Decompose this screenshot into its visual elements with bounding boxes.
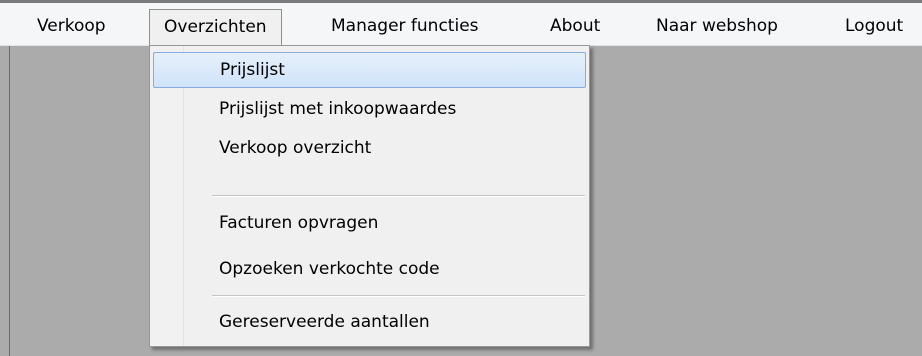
menuitem-prijslijst[interactable]: Prijslijst — [153, 52, 586, 88]
menu-about[interactable]: About — [536, 9, 614, 45]
menuitem-facturen-opvragen[interactable]: Facturen opvragen — [153, 205, 586, 241]
menu-naar-webshop[interactable]: Naar webshop — [642, 9, 792, 45]
menu-overzichten[interactable]: Overzichten — [149, 9, 282, 49]
menu-separator — [212, 295, 585, 297]
menuitem-prijslijst-met-inkoopwaardes[interactable]: Prijslijst met inkoopwaardes — [153, 91, 586, 127]
menuitem-verkoop-overzicht[interactable]: Verkoop overzicht — [153, 130, 586, 166]
menuitem-gereserveerde-aantallen[interactable]: Gereserveerde aantallen — [153, 304, 586, 340]
application-window: Verkoop Overzichten Manager functies Abo… — [0, 0, 922, 356]
menu-manager-functies[interactable]: Manager functies — [317, 9, 493, 45]
menu-bar: Verkoop Overzichten Manager functies Abo… — [0, 0, 922, 49]
menu-separator — [212, 195, 585, 197]
menu-logout[interactable]: Logout — [831, 9, 917, 45]
menuitem-opzoeken-verkochte-code[interactable]: Opzoeken verkochte code — [153, 251, 586, 287]
overzichten-dropdown-menu: Prijslijst Prijslijst met inkoopwaardes … — [149, 45, 590, 347]
menu-verkoop[interactable]: Verkoop — [23, 9, 120, 45]
